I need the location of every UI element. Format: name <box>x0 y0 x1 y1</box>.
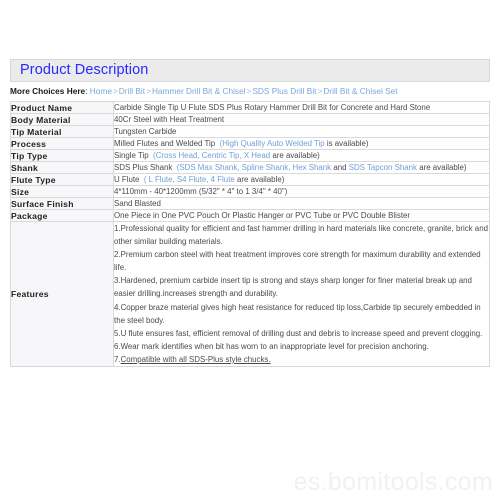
spec-label-shank: Shank <box>10 161 114 174</box>
table-row: Shank SDS Plus Shank (SDS Max Shank, Spl… <box>10 161 490 174</box>
table-row-features: Features 1.Professional quality for effi… <box>10 220 490 368</box>
table-row: Flute Type U Flute ( L Flute, S4 Flute, … <box>10 173 490 186</box>
breadcrumb-label: More Choices Here <box>10 86 86 96</box>
feature-item: 4.Copper braze material gives high heat … <box>114 302 481 325</box>
spec-value-text: Single Tip <box>114 151 149 160</box>
spec-value-tip-material: Tungsten Carbide <box>113 125 490 138</box>
spec-option-link[interactable]: Cross Head, Centric Tip, X Head <box>156 151 270 160</box>
spec-paren-open: ( <box>143 175 147 184</box>
site-watermark: es.bomitools.com <box>293 468 493 496</box>
spec-value-text: One Piece in One PVC Pouch Or Plastic Ha… <box>114 211 411 220</box>
product-description-page: Product Description More Choices Here: H… <box>0 0 500 500</box>
spec-option-link[interactable]: SDS Max Shank, Spline Shank, Hex Shank <box>179 163 331 172</box>
spec-value-surface-finish: Sand Blasted <box>113 197 490 210</box>
feature-item-number: 7. <box>114 354 121 364</box>
spec-value-text: SDS Plus Shank <box>114 163 173 172</box>
spec-value-package: One Piece in One PVC Pouch Or Plastic Ha… <box>113 209 490 222</box>
spec-label-tip-material: Tip Material <box>10 125 114 138</box>
feature-item: 6.Wear mark identifies when bit has worn… <box>114 341 429 351</box>
spec-label-surface-finish: Surface Finish <box>10 197 114 210</box>
table-row: Tip Material Tungsten Carbide <box>10 125 490 138</box>
spec-value-body-material: 40Cr Steel with Heat Treatment <box>113 113 490 126</box>
table-row: Tip Type Single Tip (Cross Head, Centric… <box>10 149 490 162</box>
table-row: Body Material 40Cr Steel with Heat Treat… <box>10 113 490 126</box>
spec-value-text: Milled Flutes and Welded Tip <box>114 139 216 148</box>
breadcrumb: More Choices Here: Home>Drill Bit>Hammer… <box>10 86 494 96</box>
spec-value-text: Tungsten Carbide <box>114 127 177 136</box>
spec-label-features: Features <box>10 220 114 368</box>
spec-paren-tail: are available) <box>234 175 285 184</box>
spec-option-link-secondary[interactable]: SDS Tapcon Shank <box>349 163 417 172</box>
spec-label-process: Process <box>10 137 114 150</box>
spec-option-link[interactable]: High Quality Auto Welded Tip <box>222 139 325 148</box>
breadcrumb-link-sds-plus-drill-bit[interactable]: SDS Plus Drill Bit <box>252 86 316 96</box>
table-row: Process Milled Flutes and Welded Tip (Hi… <box>10 137 490 150</box>
spec-value-text: Sand Blasted <box>114 199 161 208</box>
spec-label-flute-type: Flute Type <box>10 173 114 186</box>
spec-paren-tail: is available) <box>324 139 369 148</box>
spec-value-text: 40Cr Steel with Heat Treatment <box>114 115 225 124</box>
spec-value-flute-type: U Flute ( L Flute, S4 Flute, 4 Flute are… <box>113 173 490 186</box>
feature-item: 1.Professional quality for efficient and… <box>114 224 488 247</box>
spec-value-process: Milled Flutes and Welded Tip (High Quali… <box>113 137 490 150</box>
table-row: Package One Piece in One PVC Pouch Or Pl… <box>10 209 490 222</box>
spec-value-tip-type: Single Tip (Cross Head, Centric Tip, X H… <box>113 149 490 162</box>
spec-value-text: 4*110mm - 40*1200mm (5/32" * 4" to 1 3/4… <box>114 187 288 196</box>
spec-paren-tail: are available) <box>270 151 320 160</box>
spec-option-conjunction: and <box>331 163 349 172</box>
spec-value-shank: SDS Plus Shank (SDS Max Shank, Spline Sh… <box>113 161 490 174</box>
spec-value-text: U Flute <box>114 175 140 184</box>
feature-item: 5.U flute ensures fast, efficient remova… <box>114 328 483 338</box>
feature-item-link[interactable]: Compatible with all SDS-Plus style chuck… <box>121 355 271 364</box>
page-title: Product Description <box>20 62 149 79</box>
spec-label-tip-type: Tip Type <box>10 149 114 162</box>
breadcrumb-link-hammer-drill-bit-chisel[interactable]: Hammer Drill Bit & Chisel <box>152 86 246 96</box>
spec-label-product-name: Product Name <box>10 101 114 114</box>
breadcrumb-link-drill-bit[interactable]: Drill Bit <box>119 86 145 96</box>
breadcrumb-separator: > <box>146 86 151 96</box>
feature-item: 3.Hardened, premium carbide insert tip i… <box>114 276 472 299</box>
breadcrumb-colon: : <box>85 86 88 96</box>
feature-item: 2.Premium carbon steel with heat treatme… <box>114 250 481 273</box>
spec-value-text: Carbide Single Tip U Flute SDS Plus Rota… <box>114 103 431 112</box>
spec-label-body-material: Body Material <box>10 113 114 126</box>
spec-label-size: Size <box>10 185 114 198</box>
table-row: Surface Finish Sand Blasted <box>10 197 490 210</box>
spec-paren-tail: are available) <box>417 163 467 172</box>
table-row: Size 4*110mm - 40*1200mm (5/32" * 4" to … <box>10 185 490 198</box>
product-description-header: Product Description <box>10 59 490 82</box>
spec-value-size: 4*110mm - 40*1200mm (5/32" * 4" to 1 3/4… <box>113 185 490 198</box>
spec-value-product-name: Carbide Single Tip U Flute SDS Plus Rota… <box>113 101 490 114</box>
product-specification-table: Product Name Carbide Single Tip U Flute … <box>10 101 490 368</box>
spec-label-package: Package <box>10 209 114 222</box>
table-row: Product Name Carbide Single Tip U Flute … <box>10 101 490 114</box>
spec-option-link[interactable]: L Flute, S4 Flute, 4 Flute <box>149 175 235 184</box>
breadcrumb-link-drill-bit-chisel-set[interactable]: Drill Bit & Chisel Set <box>323 86 397 96</box>
breadcrumb-link-home[interactable]: Home <box>90 86 112 96</box>
feature-item-last: 7.Compatible with all SDS-Plus style chu… <box>114 353 489 366</box>
spec-value-features: 1.Professional quality for efficient and… <box>113 220 490 368</box>
breadcrumb-separator: > <box>112 86 118 96</box>
